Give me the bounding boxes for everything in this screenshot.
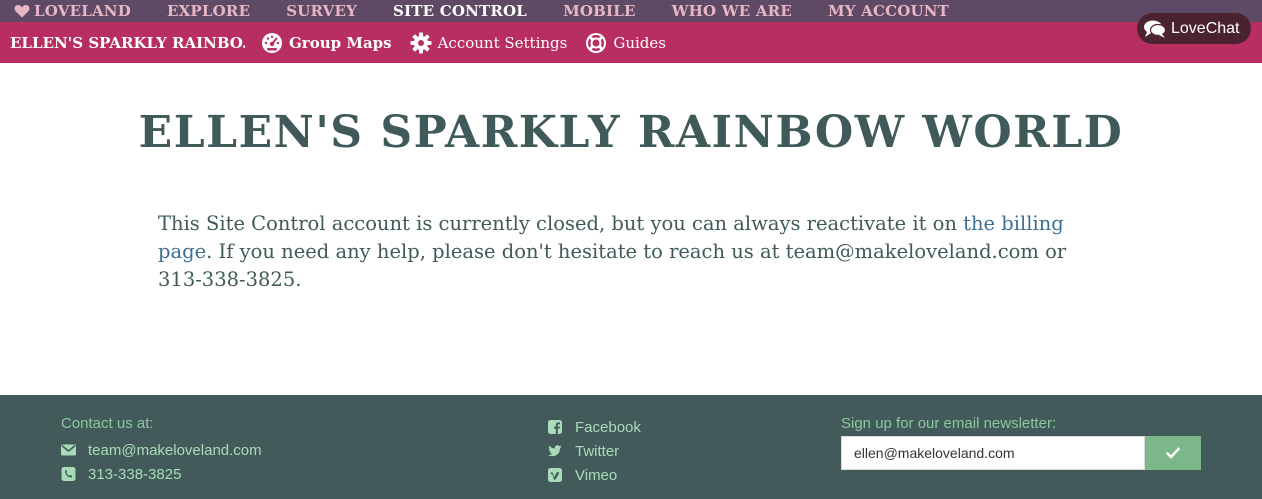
footer-newsletter: Sign up for our email newsletter: <box>841 415 1201 470</box>
account-settings-label: Account Settings <box>437 33 568 52</box>
nav-item-mobile[interactable]: MOBILE <box>563 2 636 20</box>
contact-phone[interactable]: 313-338-3825 <box>61 462 262 486</box>
twitter-label: Twitter <box>575 442 620 460</box>
contact-email[interactable]: team@makeloveland.com <box>61 438 262 462</box>
guides-label: Guides <box>613 33 666 52</box>
nav-item-loveland[interactable]: LOVELAND <box>14 2 131 20</box>
account-closed-message: This Site Control account is currently c… <box>158 210 1103 294</box>
message-text-before: This Site Control account is currently c… <box>158 212 964 235</box>
newsletter-heading: Sign up for our email newsletter: <box>841 415 1057 432</box>
page-title: ELLEN'S SPARKLY RAINBOW WORLD <box>138 107 1124 158</box>
guides-link[interactable]: Guides <box>585 32 666 54</box>
nav-item-my-account[interactable]: MY ACCOUNT <box>828 2 949 20</box>
newsletter-submit-button[interactable] <box>1145 436 1201 470</box>
lovechat-label: LoveChat <box>1171 19 1240 37</box>
site-name[interactable]: ELLEN'S SPARKLY RAINBO... <box>10 34 245 52</box>
footer: Contact us at: team@makeloveland.com 313… <box>0 395 1262 499</box>
contact-email-text: team@makeloveland.com <box>88 441 262 459</box>
top-nav: LOVELAND EXPLORE SURVEY SITE CONTROL MOB… <box>0 0 1262 22</box>
vimeo-label: Vimeo <box>575 466 618 484</box>
nav-item-survey[interactable]: SURVEY <box>286 2 357 20</box>
lifebuoy-icon <box>586 32 607 53</box>
phone-icon <box>61 467 76 481</box>
contact-phone-text: 313-338-3825 <box>88 465 182 483</box>
nav-item-label: LOVELAND <box>34 2 131 20</box>
gear-icon <box>410 32 432 53</box>
account-settings-link[interactable]: Account Settings <box>410 32 568 54</box>
heart-icon <box>14 5 30 18</box>
checkmark-icon <box>1166 447 1180 459</box>
group-maps-link[interactable]: Group Maps <box>261 32 392 54</box>
contact-heading: Contact us at: <box>61 415 154 432</box>
sub-nav: ELLEN'S SPARKLY RAINBO... Group Maps Acc… <box>0 22 1262 63</box>
chat-bubble-icon <box>1144 20 1167 38</box>
envelope-icon <box>61 444 76 456</box>
facebook-link[interactable]: Facebook <box>548 415 641 439</box>
message-text-after: . If you need any help, please don't hes… <box>158 240 1067 291</box>
lovechat-button[interactable]: LoveChat <box>1137 13 1251 44</box>
dashboard-icon <box>262 32 282 53</box>
vimeo-link[interactable]: Vimeo <box>548 463 641 487</box>
facebook-label: Facebook <box>575 418 641 436</box>
group-maps-label: Group Maps <box>289 33 392 52</box>
footer-contact: Contact us at: team@makeloveland.com 313… <box>61 415 262 486</box>
nav-item-site-control[interactable]: SITE CONTROL <box>393 2 527 20</box>
footer-social: Facebook Twitter Vimeo <box>548 415 641 487</box>
nav-item-explore[interactable]: EXPLORE <box>167 2 250 20</box>
twitter-link[interactable]: Twitter <box>548 439 641 463</box>
vimeo-icon <box>548 468 562 482</box>
nav-item-who-we-are[interactable]: WHO WE ARE <box>672 2 792 20</box>
newsletter-email-input[interactable] <box>841 436 1145 470</box>
twitter-icon <box>548 445 562 457</box>
newsletter-form <box>841 436 1201 470</box>
facebook-icon <box>548 420 562 434</box>
